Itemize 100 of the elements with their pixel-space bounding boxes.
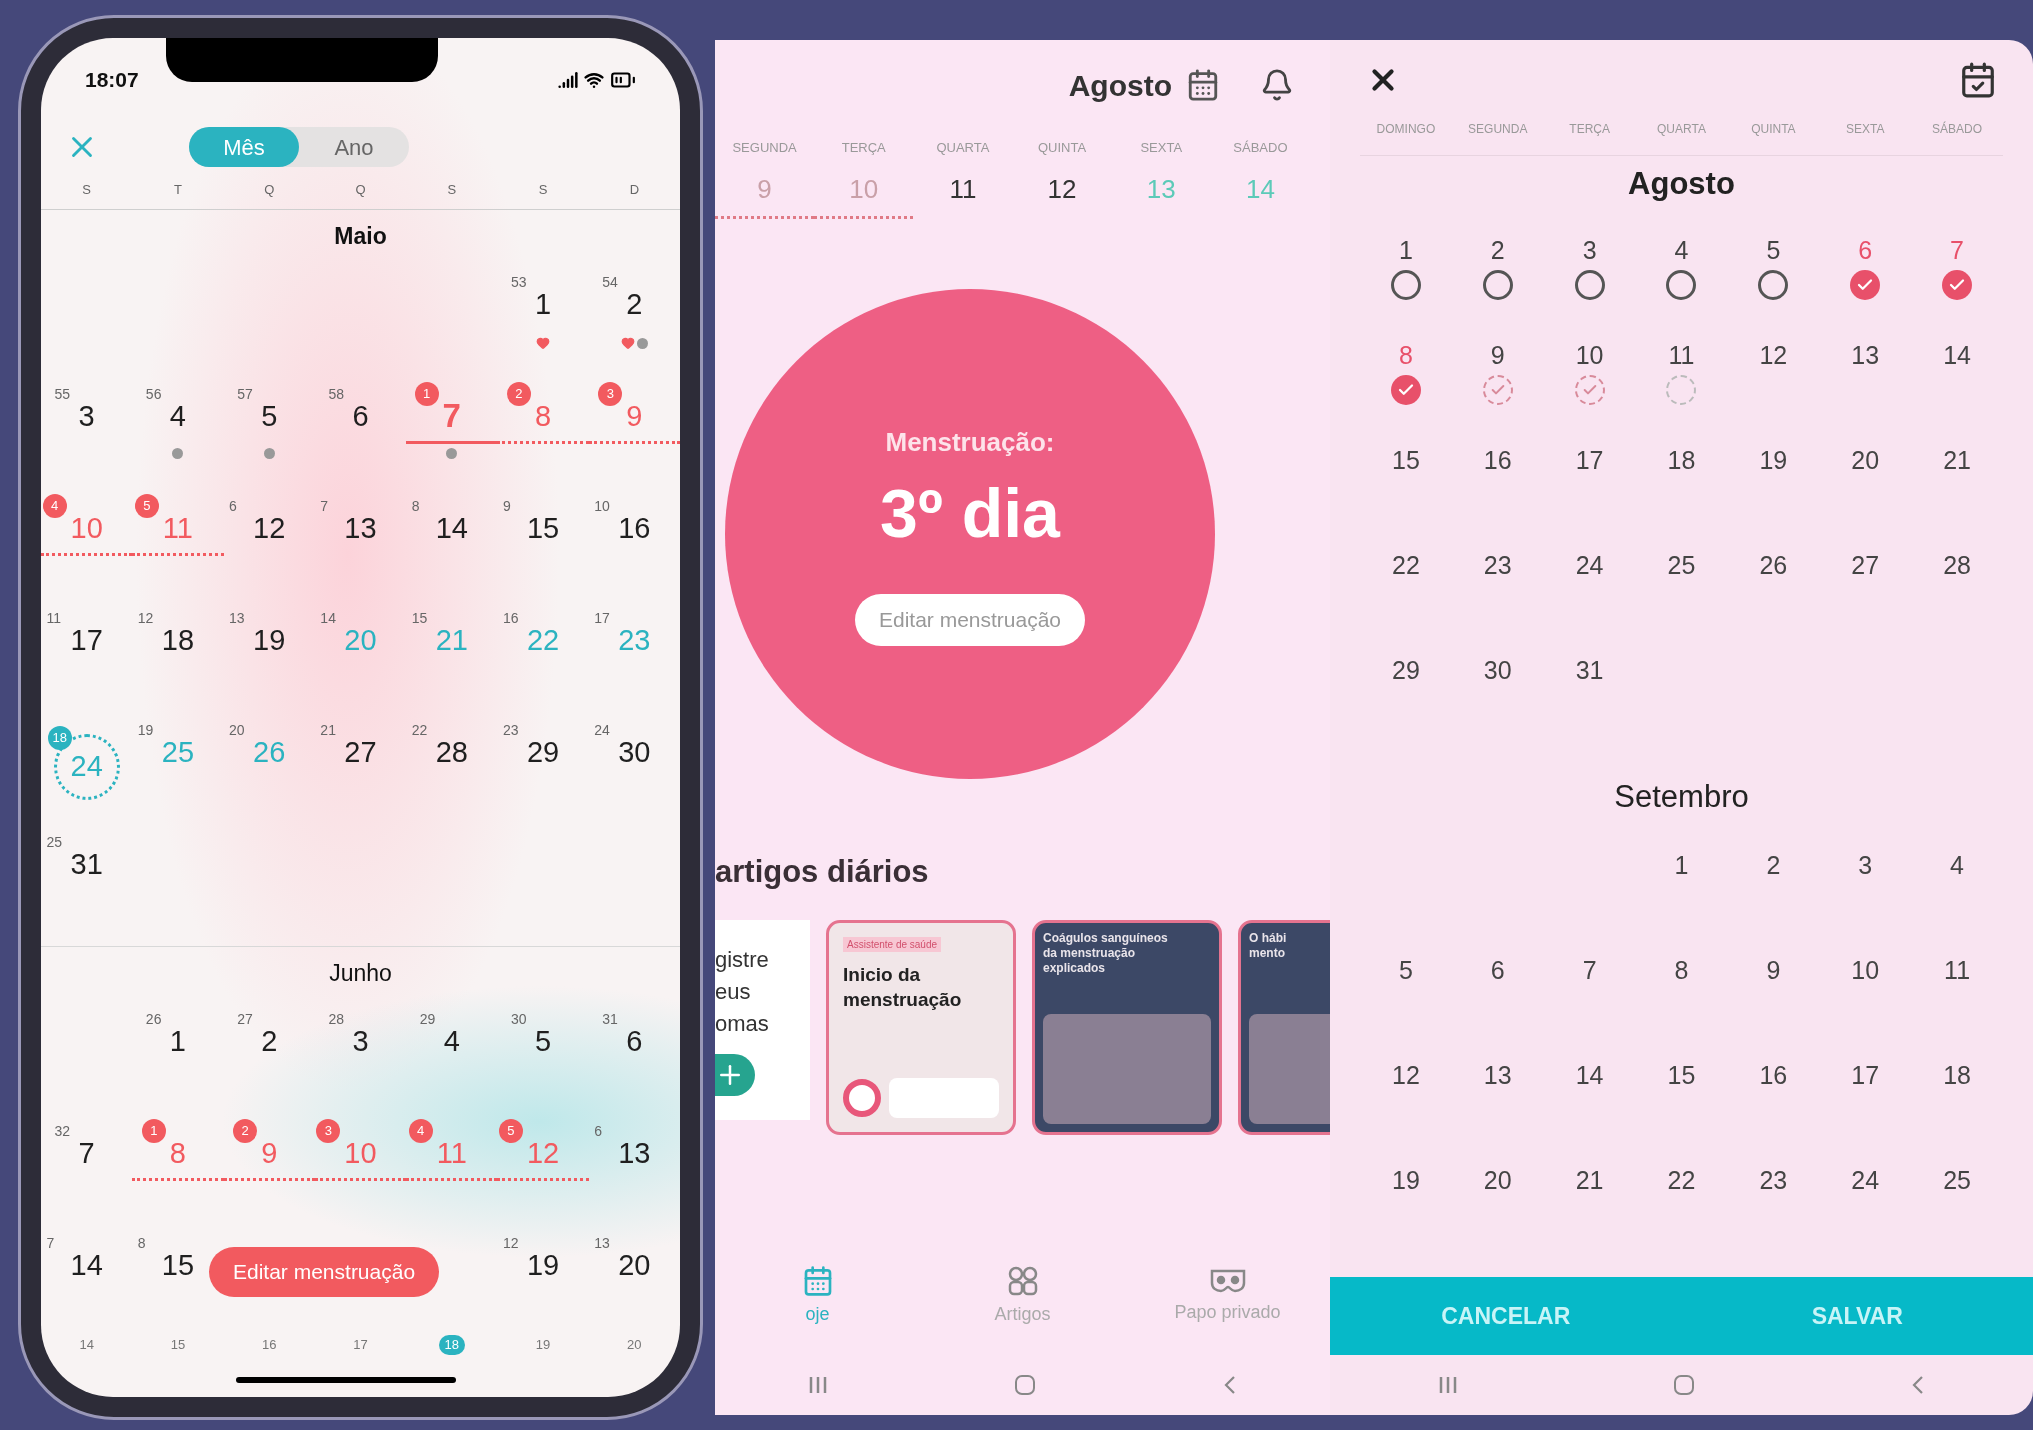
day-number[interactable]: 3 <box>1858 847 1873 885</box>
week-date[interactable]: 11 <box>949 170 977 216</box>
day-number[interactable]: 12 <box>1759 337 1788 375</box>
week-date[interactable]: 12 <box>1047 170 1077 216</box>
day-number[interactable]: 5 <box>1766 232 1781 270</box>
day-number[interactable]: 7 <box>1582 952 1597 990</box>
day-number[interactable]: 28 <box>1943 547 1971 585</box>
day-number[interactable]: 8 <box>1674 952 1689 990</box>
day-number[interactable]: 15 <box>1392 442 1420 480</box>
day-number[interactable]: 21 <box>1943 442 1971 480</box>
day-number[interactable]: 13 <box>1483 1057 1512 1095</box>
day-number[interactable]: 31 <box>70 846 103 882</box>
add-button[interactable] <box>715 1053 755 1096</box>
day-number[interactable]: 31 <box>1575 652 1604 690</box>
day-number[interactable]: 4 <box>1674 232 1689 270</box>
day-number[interactable]: 18 <box>1667 442 1696 480</box>
day-number[interactable]: 2 <box>261 1023 278 1059</box>
day-number[interactable]: 9 <box>1490 337 1505 375</box>
day-number[interactable]: 30 <box>1483 652 1512 690</box>
day-number[interactable]: 18 <box>1943 1057 1971 1095</box>
day-number[interactable]: 16 <box>1759 1057 1788 1095</box>
day-number[interactable]: 10 <box>1851 952 1880 990</box>
day-number[interactable]: 14 <box>1575 1057 1604 1095</box>
day-number[interactable]: 5 <box>1398 952 1413 990</box>
month-title[interactable]: Agosto <box>1068 62 1172 108</box>
view-tab[interactable]: Ano <box>299 127 409 167</box>
day-number[interactable]: 14 <box>435 510 468 546</box>
day-number[interactable]: 15 <box>1667 1057 1696 1095</box>
day-number[interactable]: 14 <box>1943 337 1971 375</box>
day-number[interactable]: 2 <box>1490 232 1505 270</box>
day-number[interactable]: 28 <box>435 734 468 770</box>
day-number[interactable]: 17 <box>1851 1057 1880 1095</box>
day-number[interactable]: 4 <box>443 1023 460 1059</box>
day-number[interactable]: 23 <box>1483 547 1512 585</box>
calendar-check-icon[interactable] <box>1959 61 1997 99</box>
day-number[interactable]: 11 <box>1944 952 1971 990</box>
day-number[interactable]: 10 <box>1575 337 1604 375</box>
day-number[interactable]: 13 <box>344 510 377 546</box>
calendar-icon[interactable] <box>1186 68 1220 102</box>
day-number[interactable]: 23 <box>1759 1162 1788 1200</box>
article-card[interactable]: O hábi mento <box>1238 919 1330 1135</box>
day-number[interactable]: 2 <box>1766 847 1781 885</box>
log-symptoms-card[interactable]: gistre eus omas <box>715 919 810 1120</box>
day-number[interactable]: 21 <box>1575 1162 1604 1200</box>
home-icon[interactable] <box>1672 1373 1697 1397</box>
day-number[interactable]: 24 <box>1575 547 1604 585</box>
day-number[interactable]: 29 <box>1392 652 1420 690</box>
day-number[interactable]: 16 <box>618 510 651 546</box>
day-number[interactable]: 4 <box>1950 847 1964 885</box>
day-number[interactable]: 18 <box>161 622 195 658</box>
day-number[interactable]: 5 <box>535 1023 552 1059</box>
day-number[interactable]: 6 <box>1490 952 1505 990</box>
day-number[interactable]: 9 <box>1766 952 1781 990</box>
day-number[interactable]: 1 <box>535 286 552 322</box>
article-title: mento <box>1249 945 1286 961</box>
day-number[interactable]: 12 <box>1392 1057 1420 1095</box>
day-number[interactable]: 25 <box>1943 1162 1971 1200</box>
day-number[interactable]: 24 <box>1851 1162 1880 1200</box>
day-number[interactable]: 27 <box>344 734 377 770</box>
home-icon[interactable] <box>1013 1373 1038 1397</box>
day-number[interactable]: 19 <box>1759 442 1788 480</box>
day-number[interactable]: 29 <box>526 734 560 770</box>
day-number[interactable]: 22 <box>1392 547 1420 585</box>
day-number[interactable]: 13 <box>618 1135 651 1171</box>
bell-icon[interactable] <box>1260 68 1294 102</box>
day-number[interactable]: 16 <box>1483 442 1512 480</box>
day-number[interactable]: 27 <box>1851 547 1880 585</box>
day-number[interactable]: 19 <box>1392 1162 1420 1200</box>
day-number[interactable]: 5 <box>261 398 278 434</box>
cycle-day-number: 15 <box>170 1336 186 1354</box>
day-number[interactable]: 6 <box>626 1023 643 1059</box>
day-number[interactable]: 15 <box>526 510 560 546</box>
day-number[interactable]: 26 <box>1759 547 1788 585</box>
day-number[interactable]: 7 <box>78 1135 95 1171</box>
day-number[interactable]: 4 <box>169 398 186 434</box>
day-number[interactable]: 12 <box>253 510 286 546</box>
article-card[interactable]: Coágulos sanguíneos da menstruação explicados <box>1032 919 1222 1135</box>
day-number[interactable]: 25 <box>1667 547 1696 585</box>
day-number[interactable]: 11 <box>1668 337 1695 375</box>
day-number[interactable]: 30 <box>618 734 651 770</box>
article-card[interactable]: Assistente de saúde Inicio da menstruação <box>826 919 1016 1135</box>
day-number[interactable]: 13 <box>1851 337 1880 375</box>
day-number[interactable]: 20 <box>618 1247 651 1283</box>
day-number[interactable]: 3 <box>78 398 95 434</box>
day-number[interactable]: 14 <box>70 1247 103 1283</box>
day-number[interactable]: 19 <box>526 1247 560 1283</box>
day-number[interactable]: 6 <box>352 398 369 434</box>
day-number[interactable]: 15 <box>161 1247 195 1283</box>
day-number[interactable]: 22 <box>1667 1162 1696 1200</box>
day-number[interactable]: 1 <box>1398 232 1413 270</box>
day-number[interactable]: 17 <box>70 622 103 658</box>
day-number[interactable]: 1 <box>1674 847 1689 885</box>
day-number[interactable]: 20 <box>1483 1162 1512 1200</box>
day-number[interactable]: 1 <box>169 1023 186 1059</box>
day-number[interactable]: 2 <box>626 286 643 322</box>
day-number[interactable]: 17 <box>1575 442 1604 480</box>
day-number[interactable]: 19 <box>253 622 286 658</box>
day-number[interactable]: 3 <box>1582 232 1597 270</box>
day-number[interactable]: 3 <box>352 1023 369 1059</box>
day-number[interactable]: 20 <box>1851 442 1880 480</box>
